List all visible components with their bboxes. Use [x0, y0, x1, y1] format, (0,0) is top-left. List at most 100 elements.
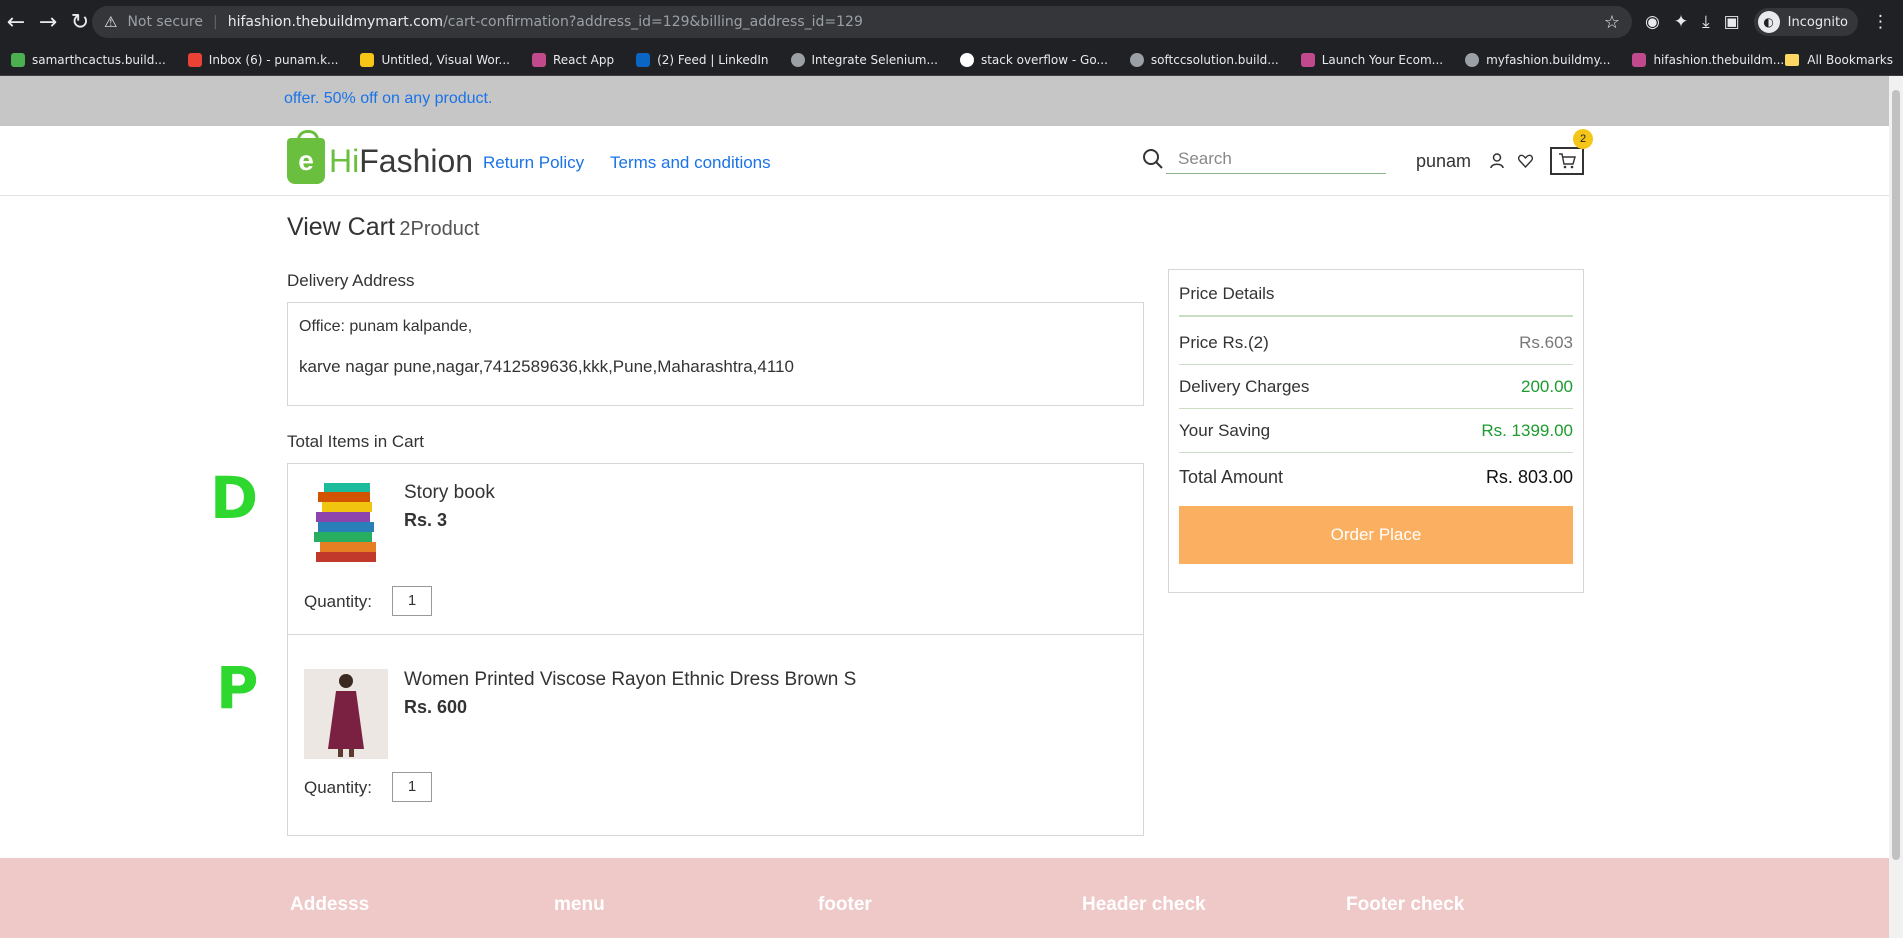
bookmark-favicon [531, 52, 546, 67]
bookmark-item[interactable]: Inbox (6) - punam.k... [177, 52, 350, 67]
bookmark-favicon [1632, 52, 1647, 67]
globe-icon [1465, 52, 1480, 67]
annotation-mark-p: P [216, 654, 259, 722]
total-row: Total Amount Rs. 803.00 [1179, 453, 1573, 497]
nav-return-policy[interactable]: Return Policy [483, 153, 584, 173]
bookmark-item[interactable]: hifashion.thebuildm... [1621, 52, 1795, 67]
all-bookmarks-label: All Bookmarks [1807, 52, 1893, 67]
bookmark-item[interactable]: softccsolution.build... [1119, 52, 1290, 67]
color-extension-icon[interactable]: ◉ [1645, 12, 1660, 32]
bookmark-item[interactable]: React App [521, 52, 625, 67]
bookmark-label: softccsolution.build... [1150, 52, 1279, 67]
saving-row: Your Saving Rs. 1399.00 [1179, 409, 1573, 453]
bookmark-label: Integrate Selenium... [811, 52, 938, 67]
bookmark-label: Launch Your Ecom... [1321, 52, 1444, 67]
bookmark-label: (2) Feed | LinkedIn [657, 52, 769, 67]
search-icon[interactable] [1142, 148, 1164, 170]
download-icon[interactable]: ⤓ [1702, 12, 1710, 32]
forward-icon[interactable]: → [32, 6, 64, 38]
bookmark-item[interactable]: Integrate Selenium... [780, 52, 949, 67]
item-price: Rs. 600 [404, 697, 468, 717]
nav-terms-conditions[interactable]: Terms and conditions [610, 153, 771, 173]
bookmark-item[interactable]: (2) Feed | LinkedIn [625, 52, 779, 67]
username[interactable]: punam [1416, 151, 1471, 172]
globe-icon [1129, 52, 1144, 67]
incognito-label: Incognito [1787, 14, 1848, 30]
incognito-badge[interactable]: ◐ Incognito [1753, 8, 1858, 36]
folder-icon [1785, 53, 1800, 66]
url-separator: | [212, 14, 218, 30]
delivery-address-box[interactable]: Office: punam kalpande, karve nagar pune… [287, 302, 1144, 406]
cart-button[interactable] [1550, 147, 1584, 175]
site-footer: Addesss menu footer Header check Footer … [0, 858, 1889, 938]
delivery-label: Delivery Charges [1179, 377, 1310, 396]
delivery-address-label: Delivery Address [287, 271, 415, 290]
bookmark-label: hifashion.thebuildm... [1653, 52, 1785, 67]
offer-text[interactable]: offer. 50% off on any product. [284, 90, 492, 108]
bookmark-item[interactable]: Launch Your Ecom... [1290, 52, 1454, 67]
side-panel-icon[interactable]: ▣ [1724, 12, 1740, 32]
bookmark-label: myfashion.buildmy... [1486, 52, 1611, 67]
url-path: /cart-confirmation?address_id=129&billin… [443, 14, 863, 30]
bookmark-item[interactable]: myfashion.buildmy... [1454, 52, 1621, 67]
page-scrollbar[interactable] [1889, 76, 1903, 938]
bookmarks-bar: samarthcactus.build... Inbox (6) - punam… [0, 44, 1903, 76]
site-header: e HiFashion Return Policy Terms and cond… [0, 126, 1889, 196]
bookmark-favicon [11, 52, 25, 67]
shopping-bag-logo-icon: e [287, 130, 325, 184]
cart-items-list: Story book Rs. 3 Quantity: 1 Women Print… [287, 463, 1144, 836]
footer-col-header-check: Header check [1082, 894, 1206, 915]
items-in-cart-label: Total Items in Cart [287, 432, 424, 451]
story-book-image[interactable] [304, 480, 388, 566]
page-content: offer. 50% off on any product. e HiFashi… [0, 76, 1889, 938]
scrollbar-thumb[interactable] [1892, 90, 1900, 860]
bookmark-label: React App [552, 52, 615, 67]
extensions-icon[interactable]: ✦ [1674, 12, 1688, 32]
all-bookmarks[interactable]: All Bookmarks [1785, 53, 1893, 67]
back-icon[interactable]: ← [0, 6, 32, 38]
item-name[interactable]: Story book [404, 482, 495, 504]
quantity-field[interactable]: 1 [392, 586, 432, 616]
search-input[interactable] [1166, 144, 1386, 174]
total-label: Total Amount [1179, 467, 1284, 487]
logo-fashion: Fashion [359, 142, 474, 179]
gmail-icon [187, 52, 202, 67]
address-bar[interactable]: ⚠ Not secure | hifashion.thebuildmymart.… [92, 6, 1632, 38]
menu-dots-icon[interactable]: ⋮ [1872, 12, 1889, 32]
bookmark-label: Untitled, Visual Wor... [381, 52, 510, 67]
item-name[interactable]: Women Printed Viscose Rayon Ethnic Dress… [404, 669, 856, 691]
offer-bar: offer. 50% off on any product. [0, 76, 1889, 126]
bookmark-item[interactable]: Untitled, Visual Wor... [349, 52, 521, 67]
product-count: 2Product [399, 218, 480, 240]
quantity-field[interactable]: 1 [392, 772, 432, 802]
heart-icon[interactable] [1518, 154, 1533, 168]
delivery-value: 200.00 [1521, 377, 1573, 396]
cart-count-badge: 2 [1573, 129, 1593, 149]
bookmark-label: samarthcactus.build... [32, 52, 166, 67]
bookmark-label: Inbox (6) - punam.k... [208, 52, 339, 67]
annotation-mark-d: D [210, 464, 259, 532]
google-icon [959, 52, 974, 67]
page-title: View Cart 2Product [287, 213, 479, 242]
price-details-card: Price Details Price Rs.(2) Rs.603 Delive… [1168, 269, 1584, 593]
order-place-button[interactable]: Order Place [1179, 506, 1573, 564]
price-label: Price Rs.(2) [1179, 333, 1269, 352]
saving-label: Your Saving [1179, 421, 1271, 440]
linkedin-icon [636, 52, 651, 67]
site-logo[interactable]: e HiFashion [287, 130, 474, 184]
browser-toolbar: ← → ↻ ⚠ Not secure | hifashion.thebuildm… [0, 0, 1903, 44]
user-icon[interactable] [1490, 153, 1504, 169]
bookmark-favicon [1300, 52, 1315, 67]
item-price: Rs. 3 [404, 510, 448, 530]
footer-col-footer: footer [818, 894, 872, 915]
quantity-label: Quantity: [304, 778, 373, 797]
delivery-row: Delivery Charges 200.00 [1179, 365, 1573, 409]
footer-col-address: Addesss [290, 894, 370, 915]
bookmark-item[interactable]: samarthcactus.build... [0, 52, 177, 67]
dress-image[interactable] [304, 669, 388, 759]
price-row: Price Rs.(2) Rs.603 [1179, 321, 1573, 365]
address-line-2: karve nagar pune,nagar,7412589636,kkk,Pu… [299, 357, 794, 376]
cart-item: Story book Rs. 3 Quantity: 1 [288, 464, 1143, 635]
bookmark-item[interactable]: stack overflow - Go... [949, 52, 1119, 67]
bookmark-star-icon[interactable]: ☆ [1604, 12, 1620, 33]
